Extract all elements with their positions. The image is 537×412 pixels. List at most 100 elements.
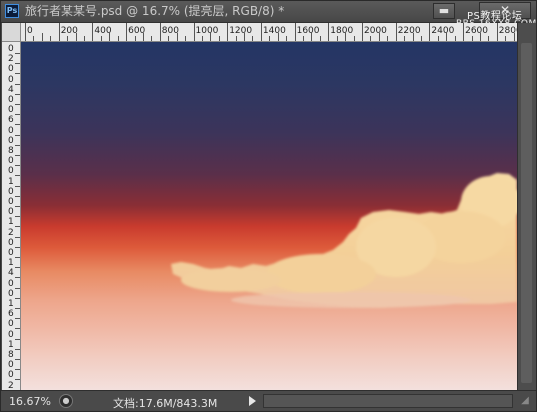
ruler-label: 6 [8,309,14,320]
ruler-minor-tick [505,36,507,41]
document-window: Ps 旅行者某某号.psd @ 16.7% (提亮层, RGB/8) * ▬ ✕… [0,0,537,412]
ruler-minor-tick [437,36,439,41]
ruler-label: 0 [8,237,14,248]
image-canvas[interactable] [21,42,517,390]
ruler-major-tick [429,23,431,41]
ruler-label: 0 [8,95,14,105]
ruler-minor-tick [404,36,406,41]
minimize-button[interactable]: ▬ [433,3,455,19]
ruler-minor-tick [33,36,35,41]
ruler-minor-tick [387,36,389,41]
ruler-minor-tick [15,175,20,177]
ruler-minor-tick [100,36,102,41]
ruler-major-tick [92,23,94,41]
ruler-minor-tick [15,134,20,136]
ruler-major-tick [395,23,397,41]
ruler-label: 1800 [330,26,354,36]
ruler-label: 0 [8,44,14,54]
ruler-label: 1000 [195,26,219,36]
photoshop-icon: Ps [5,4,19,18]
ruler-minor-tick [252,36,254,41]
ruler-minor-tick [244,33,246,41]
ruler-minor-tick [15,338,20,340]
ruler-minor-tick [15,277,20,279]
ruler-label: 0 [8,135,14,146]
ruler-minor-tick [277,33,279,41]
status-bar: 16.67% ● 文档:17.6M/843.3M ◢ [1,390,536,411]
ruler-label: 0 [8,207,14,218]
ruler-major-tick [496,23,498,41]
horizontal-scrollbar[interactable] [263,394,513,408]
ruler-minor-tick [15,246,20,248]
ruler-label: 1600 [296,26,320,36]
ruler-minor-tick [446,33,448,41]
status-info-icon[interactable]: ● [59,394,73,408]
ruler-label: 0 [8,329,14,340]
ruler-minor-tick [15,369,20,371]
ruler-minor-tick [513,33,515,41]
ruler-minor-tick [412,33,414,41]
ruler-label: 1 [8,339,14,350]
ruler-minor-tick [15,328,20,330]
ruler-minor-tick [67,36,69,41]
ruler-minor-tick [15,257,20,258]
ruler-minor-tick [15,318,20,320]
ruler-label: 2 [8,380,14,390]
ruler-minor-tick [378,33,380,41]
ruler-minor-tick [15,63,20,65]
ruler-label: 2400 [431,26,455,36]
ruler-minor-tick [286,36,288,41]
ruler-minor-tick [15,206,20,207]
ruler-label: 6 [8,115,14,126]
resize-grip-icon[interactable]: ◢ [517,394,533,408]
ruler-minor-tick [15,359,20,360]
ruler-label: 1 [8,258,14,269]
ruler-minor-tick [41,33,43,41]
ruler-minor-tick [15,185,20,187]
ruler-minor-tick [109,33,111,41]
ruler-minor-tick [15,297,20,299]
vertical-scrollbar[interactable] [517,23,536,390]
ruler-minor-tick [479,33,481,41]
ruler-minor-tick [488,36,490,41]
cloud-layer [171,173,517,308]
ruler-major-tick [227,23,229,41]
ruler-label: 4 [8,268,14,279]
ruler-major-tick [294,23,296,41]
ruler-minor-tick [15,73,20,75]
ruler-label: 0 [8,105,14,116]
ruler-minor-tick [168,36,170,41]
ruler-label: 2000 [364,26,387,36]
ruler-minor-tick [15,165,20,167]
ruler-label: 0 [8,186,14,197]
ruler-minor-tick [15,195,20,197]
ruler-major-tick [260,23,262,41]
ruler-label: 1 [8,299,14,309]
ruler-minor-tick [353,36,355,41]
ruler-minor-tick [117,36,119,41]
horizontal-ruler[interactable]: 0 200 400 600 800 1000 1200 1400 1600 1800 2000 220… [21,23,517,42]
ruler-minor-tick [15,83,20,85]
play-arrow-icon[interactable] [249,396,256,406]
ruler-origin[interactable] [2,23,21,42]
ruler-label: 2 [8,227,14,238]
zoom-level[interactable]: 16.67% [9,395,51,408]
ruler-minor-tick [15,93,20,95]
ruler-minor-tick [454,36,456,41]
ruler-label: 0 [8,64,14,75]
vertical-ruler[interactable]: 0200400600800100012001400160018002 [2,42,21,390]
document-size-info: 文档:17.6M/843.3M [113,397,218,410]
ruler-minor-tick [142,33,144,41]
ruler-minor-tick [303,36,305,41]
ruler-minor-tick [319,36,321,41]
ruler-minor-tick [75,33,77,41]
ruler-label: 0 [8,125,14,136]
ruler-minor-tick [235,36,237,41]
ruler-label: 2600 [465,26,488,36]
vertical-scroll-thumb[interactable] [521,43,532,383]
ruler-minor-tick [201,36,203,41]
ruler-minor-tick [15,155,20,156]
ruler-major-tick [362,23,363,41]
ruler-minor-tick [15,379,20,381]
ruler-minor-tick [15,53,20,54]
